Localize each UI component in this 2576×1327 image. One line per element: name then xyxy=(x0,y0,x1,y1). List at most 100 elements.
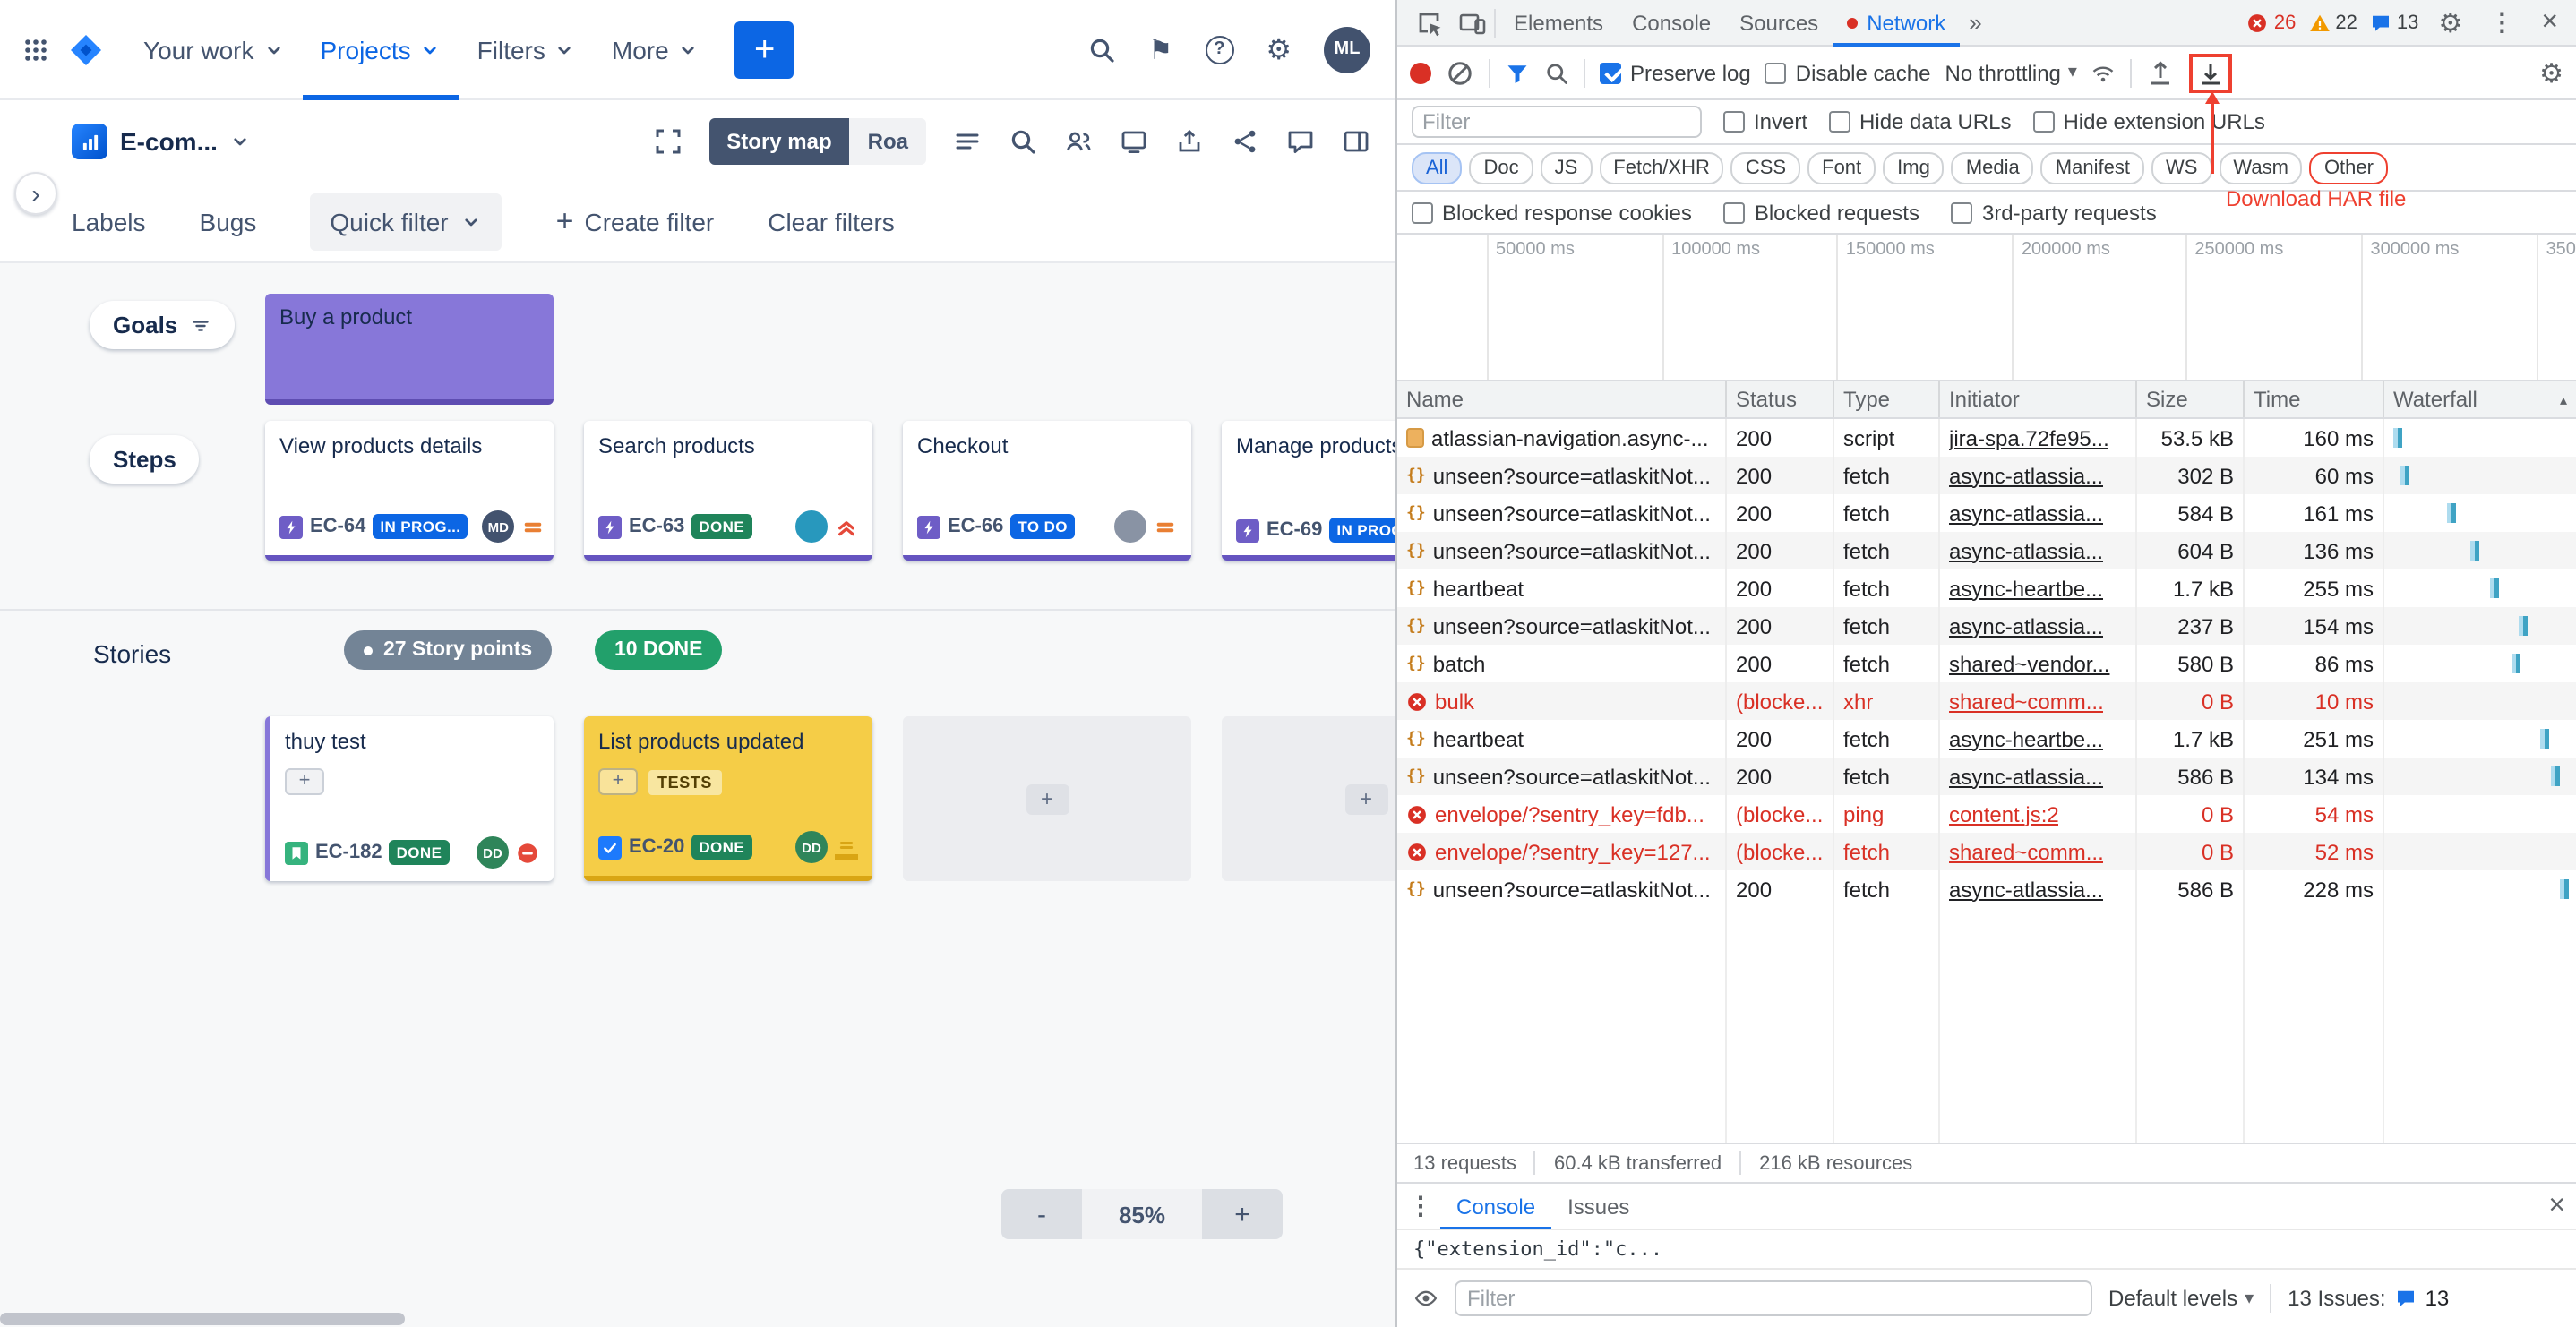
devtools-tab[interactable]: Sources xyxy=(1725,0,1833,46)
more-options-icon[interactable]: ⋮ xyxy=(2489,7,2514,38)
network-request-row[interactable]: {} heartbeat 200 fetch async-heartbe... … xyxy=(1397,720,2576,758)
monitor-icon[interactable] xyxy=(1120,127,1148,156)
notifications-icon[interactable]: ⚑ xyxy=(1148,33,1172,65)
filter-toggle-icon[interactable] xyxy=(1505,60,1530,85)
type-filter-pill[interactable]: All xyxy=(1412,151,1462,184)
issues-counter[interactable]: 13 Issues: 13 xyxy=(2288,1286,2449,1311)
goal-card[interactable]: Buy a product xyxy=(265,294,554,405)
project-name[interactable]: E-com... xyxy=(120,127,218,156)
step-card[interactable]: Search products EC-63 DONE xyxy=(584,421,872,561)
clear-filters-button[interactable]: Clear filters xyxy=(768,208,895,236)
initiator-link[interactable]: async-heartbe... xyxy=(1949,576,2103,601)
log-levels-select[interactable]: Default levels▾ xyxy=(2108,1286,2254,1311)
initiator-link[interactable]: content.js:2 xyxy=(1949,801,2059,826)
assignee-avatar[interactable]: DD xyxy=(795,831,828,863)
column-header-waterfall[interactable]: Waterfall▴ xyxy=(2384,381,2576,417)
help-icon[interactable]: ? xyxy=(1205,35,1233,64)
network-request-row[interactable]: {} unseen?source=atlaskitNot... 200 fetc… xyxy=(1397,607,2576,645)
search-icon[interactable] xyxy=(1009,127,1037,156)
network-request-row[interactable]: {} unseen?source=atlaskitNot... 200 fetc… xyxy=(1397,870,2576,908)
inspect-element-icon[interactable] xyxy=(1415,8,1444,37)
network-filter-input[interactable] xyxy=(1412,106,1702,138)
profile-avatar[interactable]: ML xyxy=(1324,26,1370,73)
view-tab[interactable]: Roa xyxy=(850,118,926,165)
assignee-avatar[interactable] xyxy=(1114,510,1146,543)
close-devtools-icon[interactable]: × xyxy=(2541,6,2558,39)
search-icon[interactable] xyxy=(1087,35,1116,64)
initiator-link[interactable]: async-atlassia... xyxy=(1949,613,2103,638)
device-toolbar-icon[interactable] xyxy=(1458,8,1487,37)
record-network-log-button[interactable] xyxy=(1410,62,1431,83)
clear-network-log-icon[interactable] xyxy=(1446,58,1474,87)
network-request-row[interactable]: {} unseen?source=atlaskitNot... 200 fetc… xyxy=(1397,532,2576,569)
hide-extension-urls-checkbox[interactable]: Hide extension URLs xyxy=(2032,109,2264,134)
labels-filter[interactable]: Labels xyxy=(72,208,146,236)
nav-menu-item[interactable]: More xyxy=(594,0,717,99)
initiator-link[interactable]: shared~comm... xyxy=(1949,839,2104,864)
throttling-select[interactable]: No throttling▾ xyxy=(1945,60,2077,85)
network-request-row[interactable]: atlassian-navigation.async-... 200 scrip… xyxy=(1397,419,2576,457)
type-filter-pill[interactable]: Manifest xyxy=(2041,151,2144,184)
story-card[interactable]: thuy test + EC-182 DONE DD xyxy=(265,716,554,881)
network-request-row[interactable]: {} unseen?source=atlaskitNot... 200 fetc… xyxy=(1397,758,2576,795)
network-request-row[interactable]: {} unseen?source=atlaskitNot... 200 fetc… xyxy=(1397,494,2576,532)
drawer-tab[interactable]: Console xyxy=(1440,1183,1551,1229)
column-header-status[interactable]: Status xyxy=(1727,381,1834,417)
type-filter-pill[interactable]: Fetch/XHR xyxy=(1599,151,1724,184)
initiator-link[interactable]: jira-spa.72fe95... xyxy=(1949,425,2109,450)
network-overview-timeline[interactable]: 50000 ms 100000 ms 150000 ms 200000 ms 2… xyxy=(1397,235,2576,381)
type-filter-pill[interactable]: WS xyxy=(2151,151,2211,184)
column-header-time[interactable]: Time xyxy=(2245,381,2384,417)
zoom-in-button[interactable]: + xyxy=(1202,1189,1283,1239)
type-filter-pill[interactable]: Img xyxy=(1883,151,1945,184)
type-filter-pill[interactable]: Font xyxy=(1807,151,1876,184)
devtools-settings-icon[interactable]: ⚙ xyxy=(2438,6,2462,39)
type-filter-pill[interactable]: JS xyxy=(1541,151,1593,184)
option-checkbox[interactable]: 3rd-party requests xyxy=(1952,200,2157,225)
error-count-badge[interactable]: 26 xyxy=(2247,12,2297,33)
network-request-row[interactable]: envelope/?sentry_key=fdb... (blocke... p… xyxy=(1397,795,2576,833)
export-icon[interactable] xyxy=(1175,127,1204,156)
more-tabs-icon[interactable]: » xyxy=(1960,9,1990,36)
option-checkbox[interactable]: Blocked requests xyxy=(1724,200,1919,225)
steps-row-label[interactable]: Steps xyxy=(90,435,200,484)
story-card[interactable]: List products updated + TESTS EC-20 DONE… xyxy=(584,716,872,881)
jira-logo-icon[interactable] xyxy=(68,31,104,67)
panel-icon[interactable] xyxy=(1342,127,1370,156)
console-filter-input[interactable] xyxy=(1455,1280,2092,1316)
step-card[interactable]: View products details EC-64 IN PROG... M… xyxy=(265,421,554,561)
network-request-row[interactable]: envelope/?sentry_key=127... (blocke... f… xyxy=(1397,833,2576,870)
chevron-down-icon[interactable] xyxy=(230,131,252,152)
app-switcher-icon[interactable] xyxy=(21,35,50,64)
initiator-link[interactable]: async-atlassia... xyxy=(1949,501,2103,526)
add-card-button[interactable]: + xyxy=(1026,783,1069,814)
settings-icon[interactable]: ⚙ xyxy=(1266,31,1292,67)
type-filter-pill[interactable]: Wasm xyxy=(2219,151,2303,184)
view-tab[interactable]: Story map xyxy=(708,118,849,165)
search-icon[interactable] xyxy=(1544,60,1569,85)
feedback-icon[interactable] xyxy=(1286,127,1315,156)
add-chip-button[interactable]: + xyxy=(285,768,324,795)
eye-icon[interactable] xyxy=(1413,1286,1438,1311)
network-request-row[interactable]: {} batch 200 fetch shared~vendor... 580 … xyxy=(1397,645,2576,682)
assignee-avatar[interactable]: MD xyxy=(482,510,514,543)
quick-filter-button[interactable]: Quick filter xyxy=(310,193,502,251)
empty-card-slot[interactable]: + xyxy=(1222,716,1395,881)
devtools-tab[interactable]: Network xyxy=(1833,0,1960,46)
network-conditions-icon[interactable] xyxy=(2091,60,2117,85)
nav-menu-item[interactable]: Your work xyxy=(125,0,303,99)
assignee-avatar[interactable]: DD xyxy=(477,836,509,869)
download-har-button[interactable]: Download HAR file xyxy=(2190,53,2233,92)
empty-card-slot[interactable]: + xyxy=(903,716,1191,881)
drawer-tab[interactable]: Issues xyxy=(1551,1183,1645,1229)
bugs-filter[interactable]: Bugs xyxy=(200,208,257,236)
nav-menu-item[interactable]: Filters xyxy=(459,0,594,99)
hide-data-urls-checkbox[interactable]: Hide data URLs xyxy=(1829,109,2011,134)
initiator-link[interactable]: async-atlassia... xyxy=(1949,463,2103,488)
disable-cache-checkbox[interactable]: Disable cache xyxy=(1765,60,1931,85)
fullscreen-icon[interactable] xyxy=(653,127,682,156)
drawer-menu-icon[interactable]: ⋮ xyxy=(1408,1191,1433,1221)
type-filter-pill[interactable]: Media xyxy=(1952,151,2034,184)
column-header-name[interactable]: Name xyxy=(1397,381,1727,417)
import-har-button[interactable] xyxy=(2147,58,2176,87)
